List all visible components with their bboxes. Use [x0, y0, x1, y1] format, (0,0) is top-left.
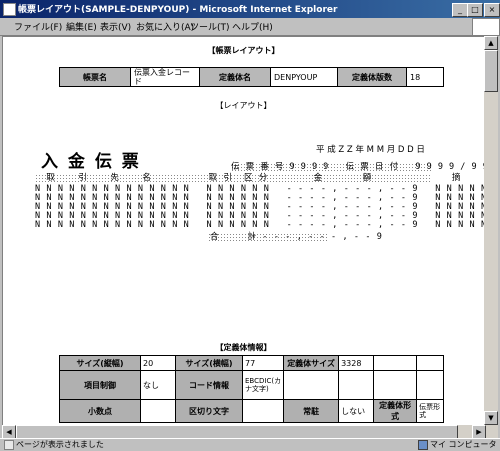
resident-value: しない: [338, 399, 375, 423]
window-title: 帳票レイアウト(SAMPLE-DENPYOUP) - Microsoft Int…: [18, 5, 338, 15]
layout-subtitle: 【レイアウト】: [215, 101, 272, 110]
spec-blank-6: [416, 370, 445, 400]
title-bar: 帳票レイアウト(SAMPLE-DENPYOUP) - Microsoft Int…: [0, 0, 500, 18]
form-name-value: 伝票入金レコード: [130, 67, 200, 87]
def-size-label: 定義体サイズ: [283, 355, 340, 371]
code-label: コード情報: [175, 370, 243, 400]
zone-text: マイ コンピュータ: [430, 440, 497, 449]
menu-favorites[interactable]: お気に入り(A): [136, 20, 194, 33]
code-value: EBCDIC(カナ文字): [241, 370, 285, 400]
size-h-label: サイズ(横幅): [175, 355, 243, 371]
header-table: 帳票名 伝票入金レコード 定義体名 DENPYOUP 定義体版数 18: [59, 67, 444, 87]
section-title-layout-form: 【帳票レイアウト】: [207, 46, 280, 55]
def-count-label: 定義体版数: [337, 67, 407, 87]
item-ctrl-value: なし: [140, 370, 176, 400]
detail-rows: N N N N N N N N N N N N N N N N N N N N …: [35, 185, 485, 230]
menu-file[interactable]: ファイル(F): [14, 20, 62, 33]
maximize-button[interactable]: □: [467, 3, 483, 17]
scroll-up-icon[interactable]: ▲: [484, 36, 498, 50]
ie-logo: [472, 18, 500, 36]
def-name-label: 定義体名: [199, 67, 271, 87]
decimal-value: [140, 399, 176, 423]
scroll-down-icon[interactable]: ▼: [484, 411, 498, 425]
scroll-right-icon[interactable]: ▶: [472, 425, 486, 439]
spec-blank-5: [373, 370, 418, 400]
spec-table: サイズ(縦幅) 20 サイズ(横幅) 77 定義体サイズ 3328 項目制御 な…: [59, 355, 445, 423]
slip-header: 伝 票 番 号 9 9 9 9 伝 票 日 付 9 9 9 9 / 9 9 / …: [231, 162, 484, 172]
computer-icon: [418, 440, 428, 450]
spec-title: 【定義体情報】: [215, 343, 272, 352]
spec-blank-3: [283, 370, 340, 400]
form-name-label: 帳票名: [59, 67, 131, 87]
status-bar: ページが表示されました マイ コンピュータ: [0, 438, 500, 451]
scroll-thumb[interactable]: [484, 50, 498, 92]
def-size-value: 3328: [338, 355, 375, 371]
h-scroll-thumb[interactable]: [16, 425, 458, 439]
form-date: 平 成 Z Z 年 M M 月 D D 日: [316, 145, 425, 155]
vertical-scrollbar[interactable]: ▲ ▼: [484, 36, 498, 425]
column-header: 取 引 先 名 取 引 区 分 金 額 摘 要: [35, 173, 485, 183]
page-content: 【帳票レイアウト】 帳票名 伝票入金レコード 定義体名 DENPYOUP 定義体…: [2, 36, 485, 427]
horizontal-scrollbar[interactable]: ◀ ▶: [2, 425, 498, 439]
format-value: 伝票形式: [416, 399, 445, 423]
format-label: 定義体形式: [373, 399, 418, 423]
item-ctrl-label: 項目制御: [59, 370, 141, 400]
ie-app-icon[interactable]: [3, 3, 16, 16]
size-h-value: 77: [241, 355, 285, 371]
def-count-value: 18: [406, 67, 444, 87]
page-icon: [4, 440, 14, 450]
total-value: - - - - , - - - , - - 9: [251, 232, 383, 242]
size-v-label: サイズ(縦幅): [59, 355, 141, 371]
spec-blank-1: [373, 355, 418, 371]
spec-blank-2: [416, 355, 445, 371]
close-button[interactable]: ×: [484, 3, 500, 17]
status-text: ページが表示されました: [16, 440, 104, 449]
menu-tools[interactable]: ツール(T): [190, 20, 230, 33]
menu-view[interactable]: 表示(V): [100, 20, 131, 33]
menu-help[interactable]: ヘルプ(H): [232, 20, 273, 33]
total-label: 合 計: [210, 232, 257, 242]
menu-bar: ファイル(F) 編集(E) 表示(V) お気に入り(A) ツール(T) ヘルプ(…: [0, 18, 500, 36]
separator-value: [241, 399, 285, 423]
separator-label: 区切り文字: [175, 399, 243, 423]
def-name-value: DENPYOUP: [270, 67, 338, 87]
decimal-label: 小数点: [59, 399, 141, 423]
minimize-button[interactable]: _: [452, 3, 468, 17]
form-title: 入 金 伝 票: [41, 152, 141, 172]
scroll-left-icon[interactable]: ◀: [2, 425, 16, 439]
resident-label: 常駐: [283, 399, 340, 423]
detail-row: N N N N N N N N N N N N N N N N N N N N …: [35, 220, 485, 230]
menu-edit[interactable]: 編集(E): [66, 20, 97, 33]
size-v-value: 20: [140, 355, 176, 371]
spec-blank-4: [338, 370, 375, 400]
